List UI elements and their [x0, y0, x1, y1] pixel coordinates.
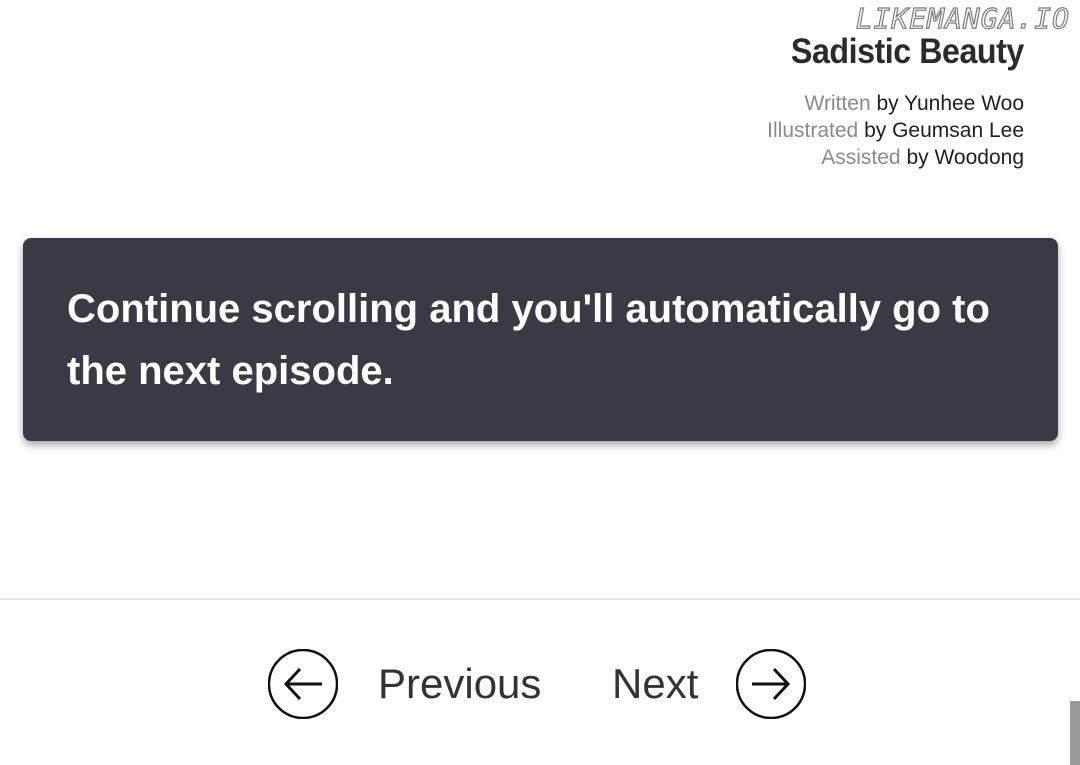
notice-text: Continue scrolling and you'll automatica… — [67, 287, 990, 393]
previous-button[interactable]: Previous — [267, 646, 542, 722]
next-label: Next — [612, 660, 699, 707]
divider — [0, 598, 1080, 600]
credit-line-assistant: Assisted by Woodong — [767, 144, 1024, 171]
scrollbar-thumb[interactable] — [1070, 701, 1080, 765]
credit-name: by Geumsan Lee — [864, 119, 1024, 142]
credit-lines: Written by Yunhee Woo Illustrated by Geu… — [767, 90, 1024, 171]
chapter-credits: Sadistic Beauty Written by Yunhee Woo Il… — [767, 30, 1024, 171]
credit-role: Assisted — [821, 146, 901, 169]
next-button[interactable]: Next — [612, 646, 807, 722]
credit-line-writer: Written by Yunhee Woo — [767, 90, 1025, 117]
credit-role: Illustrated — [767, 119, 859, 142]
credit-line-illustrator: Illustrated by Geumsan Lee — [767, 117, 1024, 144]
credit-name: by Woodong — [906, 146, 1024, 169]
auto-next-notice: Continue scrolling and you'll automatica… — [23, 238, 1058, 441]
arrow-left-circle-icon — [267, 648, 339, 720]
episode-nav: Previous Next — [0, 646, 1080, 722]
reader-page: LIKEMANGA.IO Sadistic Beauty Written by … — [0, 0, 1080, 765]
previous-label: Previous — [378, 660, 542, 707]
credit-name: by Yunhee Woo — [876, 92, 1024, 115]
credit-role: Written — [804, 92, 871, 115]
series-title: Sadistic Beauty — [791, 32, 1024, 71]
arrow-right-circle-icon — [736, 648, 807, 720]
